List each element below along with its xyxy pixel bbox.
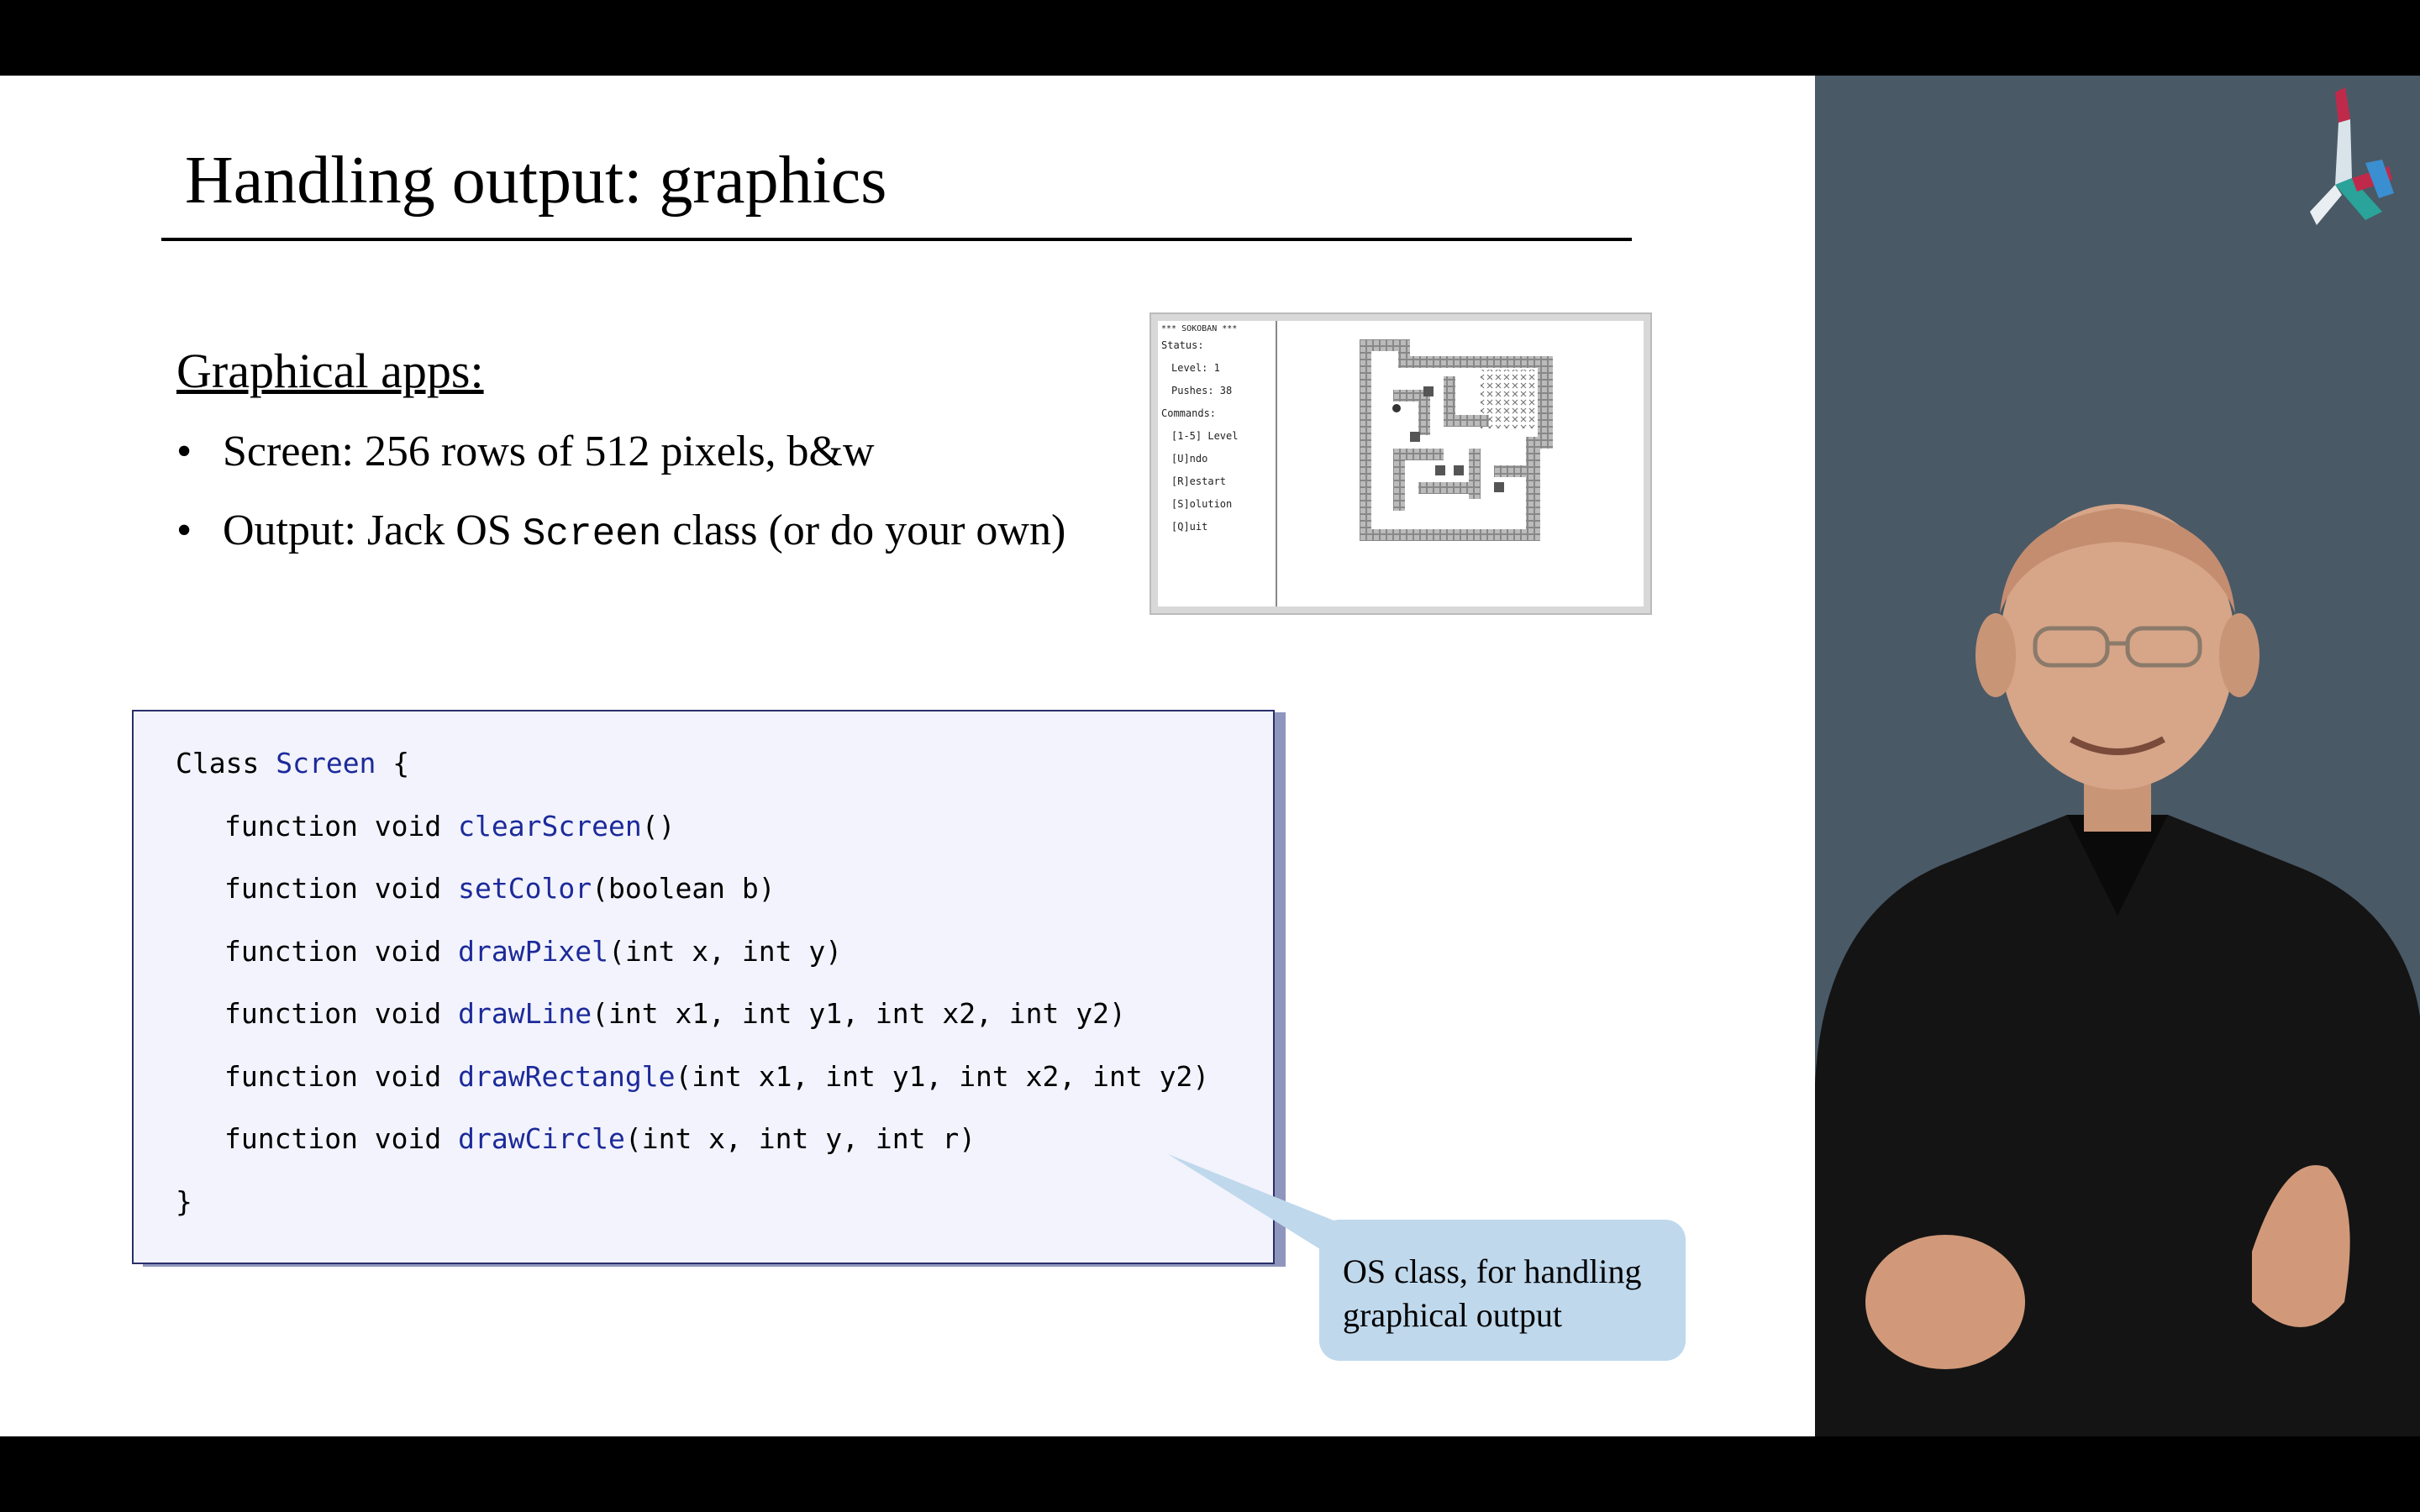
code-function-name: drawRectangle	[458, 1059, 676, 1093]
sokoban-line: Level: 1	[1171, 362, 1220, 374]
slide-title: Handling output: graphics	[185, 144, 887, 218]
sokoban-line: Pushes: 38	[1171, 385, 1233, 396]
title-underline	[161, 238, 1632, 241]
letterbox-top	[0, 0, 2420, 76]
presenter-panel	[1815, 76, 2420, 1436]
code-function-name: drawLine	[458, 997, 592, 1030]
code-args: (int x1, int y1, int x2, int y2)	[592, 997, 1126, 1030]
sokoban-line: Commands:	[1161, 407, 1217, 419]
callout-line-2: graphical output	[1343, 1296, 1563, 1334]
code-function-name: drawPixel	[458, 934, 608, 968]
code-function-name: clearScreen	[458, 809, 642, 843]
code-function-line: function void drawLine(int x1, int y1, i…	[176, 997, 1209, 1060]
code-brace: {	[376, 747, 410, 780]
code-function-line: function void setColor(boolean b)	[176, 872, 1209, 935]
callout-text: OS class, for handling graphical output	[1343, 1250, 1642, 1337]
presenter-video	[1815, 504, 2420, 1436]
code-function-line: function void drawRectangle(int x1, int …	[176, 1060, 1209, 1123]
sokoban-line: [U]ndo	[1171, 453, 1208, 465]
code-function-line: function void drawPixel(int x, int y)	[176, 935, 1209, 998]
bullet-suffix: class (or do your own)	[661, 507, 1066, 554]
bullet-code: Screen	[522, 512, 662, 556]
code-prefix: function void	[224, 997, 459, 1030]
sokoban-header: *** SOKOBAN ***	[1161, 324, 1238, 333]
code-prefix: function void	[224, 934, 459, 968]
sokoban-screen: *** SOKOBAN *** Status: Level: 1 Pushes:…	[1158, 321, 1644, 606]
subheading: Graphical apps:	[176, 344, 484, 398]
sokoban-line: [R]estart	[1171, 475, 1227, 487]
code-function-line: function void drawCircle(int x, int y, i…	[176, 1122, 1209, 1185]
sokoban-maze	[1360, 339, 1553, 541]
code-class-name: Screen	[276, 747, 376, 780]
callout-line-1: OS class, for handling	[1343, 1252, 1642, 1290]
slide: Handling output: graphics Graphical apps…	[0, 76, 1815, 1436]
bullet-text: Screen: 256 rows of 512 pixels, b&w	[223, 428, 875, 475]
bullet-screen: • Screen: 256 rows of 512 pixels, b&w	[176, 427, 875, 476]
callout-bubble: OS class, for handling graphical output	[1319, 1220, 1686, 1361]
sokoban-line: [S]olution	[1171, 498, 1233, 510]
code-function-line: function void clearScreen()	[176, 810, 1209, 873]
bullet-dot: •	[176, 507, 192, 554]
code-listing: Class Screen { function void clearScreen…	[176, 747, 1209, 1247]
bullet-output: • Output: Jack OS Screen class (or do you…	[176, 506, 1065, 556]
sokoban-screenshot: *** SOKOBAN *** Status: Level: 1 Pushes:…	[1150, 312, 1652, 615]
code-args: ()	[641, 809, 676, 843]
sokoban-status-panel: *** SOKOBAN *** Status: Level: 1 Pushes:…	[1158, 321, 1277, 606]
bullet-dot: •	[176, 428, 192, 475]
code-function-name: setColor	[458, 872, 592, 905]
code-args: (boolean b)	[592, 872, 776, 905]
letterbox-bottom	[0, 1436, 2420, 1512]
code-prefix: function void	[224, 1059, 459, 1093]
code-args: (int x, int y, int r)	[624, 1122, 976, 1155]
callout-pointer	[1168, 1154, 1336, 1259]
code-prefix: function void	[224, 872, 459, 905]
code-args: (int x, int y)	[608, 934, 843, 968]
code-box: Class Screen { function void clearScreen…	[132, 710, 1275, 1264]
bullet-prefix: Output: Jack OS	[223, 507, 523, 554]
code-args: (int x1, int y1, int x2, int y2)	[675, 1059, 1210, 1093]
code-prefix: function void	[224, 809, 459, 843]
sokoban-line: [Q]uit	[1171, 521, 1208, 533]
code-prefix: function void	[224, 1122, 459, 1155]
code-closing-line: }	[176, 1184, 192, 1218]
code-class-line: Class Screen {	[176, 747, 1209, 810]
sokoban-line: Status:	[1161, 339, 1204, 351]
code-keyword: Class	[176, 747, 276, 780]
sokoban-line: [1-5] Level	[1171, 430, 1239, 442]
code-function-name: drawCircle	[458, 1122, 625, 1155]
